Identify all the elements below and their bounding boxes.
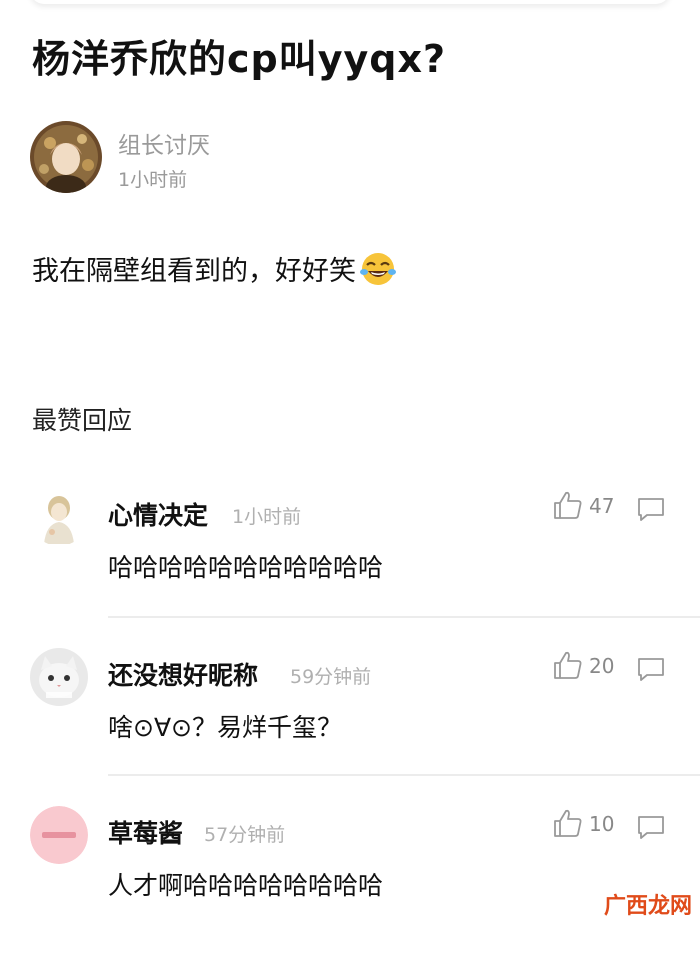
comment-author-name[interactable]: 心情决定 xyxy=(108,496,208,532)
post-title: 杨洋乔欣的cp叫yyqx? xyxy=(32,37,447,81)
comment-avatar[interactable] xyxy=(30,488,88,546)
like-count: 47 xyxy=(589,494,615,518)
thumbs-up-icon[interactable] xyxy=(552,808,584,838)
comment-item: 心情决定 1小时前 哈哈哈哈哈哈哈哈哈哈哈 47 xyxy=(0,488,700,648)
comment-time: 1小时前 xyxy=(232,506,302,528)
reply-bubble-icon[interactable] xyxy=(636,656,666,682)
post-body-text: 我在隔壁组看到的，好好笑 xyxy=(32,256,356,287)
comment-avatar[interactable] xyxy=(30,648,88,706)
comment-divider xyxy=(108,616,700,618)
watermark-text: 广西龙网 xyxy=(603,894,692,919)
comment-author-name[interactable]: 草莓酱 xyxy=(108,814,183,850)
author-name[interactable]: 组长讨厌 xyxy=(118,126,210,160)
laughing-tears-emoji-icon xyxy=(359,250,397,288)
comment-item: 还没想好昵称 59分钟前 啥⊙∀⊙？易烊千玺？ 20 xyxy=(0,648,700,808)
comment-avatar[interactable] xyxy=(30,806,88,864)
comment-text: 人才啊哈哈哈哈哈哈哈哈 xyxy=(108,871,384,900)
comment-text: 啥⊙∀⊙？易烊千玺？ xyxy=(108,713,342,742)
comment-text: 哈哈哈哈哈哈哈哈哈哈哈 xyxy=(108,553,384,582)
comment-time: 59分钟前 xyxy=(290,666,372,688)
reply-bubble-icon[interactable] xyxy=(636,814,666,840)
like-count: 20 xyxy=(589,654,615,678)
like-count: 10 xyxy=(589,812,615,836)
comment-divider xyxy=(108,774,700,776)
previous-card-edge xyxy=(30,0,670,4)
author-avatar[interactable] xyxy=(30,121,102,193)
thumbs-up-icon[interactable] xyxy=(552,490,584,520)
site-watermark: 广西龙网 xyxy=(560,884,700,924)
post-time: 1小时前 xyxy=(118,169,188,191)
thumbs-up-icon[interactable] xyxy=(552,650,584,680)
section-title-top-replies: 最赞回应 xyxy=(32,406,133,435)
comment-author-name[interactable]: 还没想好昵称 xyxy=(108,656,258,692)
comment-time: 57分钟前 xyxy=(204,824,286,846)
post-body: 我在隔壁组看到的，好好笑 xyxy=(32,249,397,288)
reply-bubble-icon[interactable] xyxy=(636,496,666,522)
